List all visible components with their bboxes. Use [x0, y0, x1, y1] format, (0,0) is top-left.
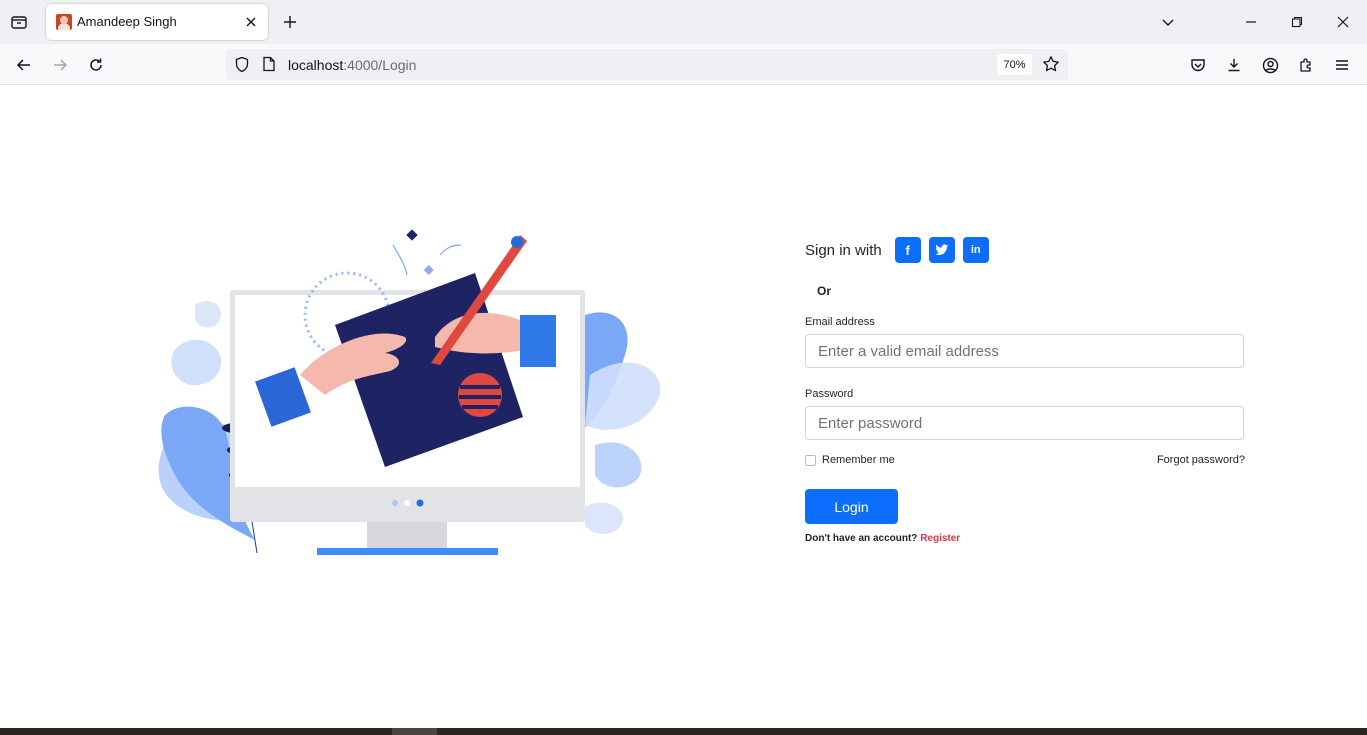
url-text[interactable]: localhost:4000/Login — [288, 57, 416, 73]
forgot-password-link[interactable]: Forgot password? — [1157, 454, 1245, 466]
url-host: localhost — [288, 57, 344, 73]
remember-me[interactable]: Remember me — [805, 454, 895, 466]
or-divider: Or — [817, 284, 832, 298]
page-info-icon[interactable] — [262, 56, 276, 77]
restore-icon[interactable] — [1286, 11, 1308, 33]
close-window-icon[interactable] — [1332, 11, 1354, 33]
new-tab-icon[interactable] — [280, 12, 300, 32]
register-link[interactable]: Register — [920, 533, 960, 544]
twitter-bird-icon — [934, 244, 949, 255]
zoom-level-badge[interactable]: 70% — [997, 54, 1032, 75]
tab-overflow-chevron-icon[interactable] — [1157, 11, 1179, 33]
password-field[interactable] — [805, 406, 1244, 440]
tracking-shield-icon[interactable] — [234, 56, 250, 78]
back-arrow-icon[interactable] — [12, 53, 36, 77]
browser-nav-bar: localhost:4000/Login 70% — [0, 44, 1367, 85]
app-menu-icon[interactable] — [1331, 54, 1353, 76]
register-prompt-text: Don't have an account? — [805, 533, 918, 544]
linkedin-button[interactable]: in — [962, 237, 989, 263]
url-bar[interactable]: localhost:4000/Login 70% — [226, 49, 1068, 80]
forward-arrow-icon[interactable] — [48, 53, 72, 77]
taskbar-segment — [392, 728, 437, 735]
browser-tab[interactable]: Amandeep Singh — [46, 4, 268, 40]
minimize-icon[interactable] — [1240, 11, 1262, 33]
login-illustration — [158, 229, 661, 555]
remember-me-checkbox[interactable] — [805, 454, 816, 466]
login-button[interactable]: Login — [805, 489, 898, 524]
remember-me-label: Remember me — [822, 454, 895, 466]
login-form: Sign in with f in Or Email address Passw… — [805, 235, 1245, 544]
twitter-button[interactable] — [928, 237, 955, 263]
extensions-icon[interactable] — [1295, 54, 1317, 76]
tab-close-icon[interactable] — [242, 13, 260, 31]
pocket-icon[interactable] — [1187, 54, 1209, 76]
facebook-button[interactable]: f — [894, 237, 921, 263]
register-prompt: Don't have an account? Register — [805, 533, 1245, 544]
email-field[interactable] — [805, 334, 1244, 368]
bookmark-star-icon[interactable] — [1042, 55, 1060, 78]
page-content: Sign in with f in Or Email address Passw… — [0, 85, 1367, 728]
downloads-icon[interactable] — [1223, 54, 1245, 76]
form-options-row: Remember me Forgot password? — [805, 454, 1245, 466]
url-path: :4000/Login — [343, 57, 417, 73]
email-label: Email address — [805, 316, 875, 328]
password-label: Password — [805, 388, 854, 400]
os-taskbar — [0, 728, 1367, 735]
site-favicon-icon — [56, 14, 72, 30]
browser-tab-bar: Amandeep Singh — [0, 0, 1367, 44]
account-icon[interactable] — [1259, 54, 1281, 76]
social-signin-row: Sign in with f in — [805, 235, 1245, 265]
tab-title: Amandeep Singh — [77, 14, 177, 29]
reload-icon[interactable] — [84, 53, 108, 77]
tab-list-icon[interactable] — [8, 11, 30, 33]
signin-with-label: Sign in with — [805, 241, 882, 259]
